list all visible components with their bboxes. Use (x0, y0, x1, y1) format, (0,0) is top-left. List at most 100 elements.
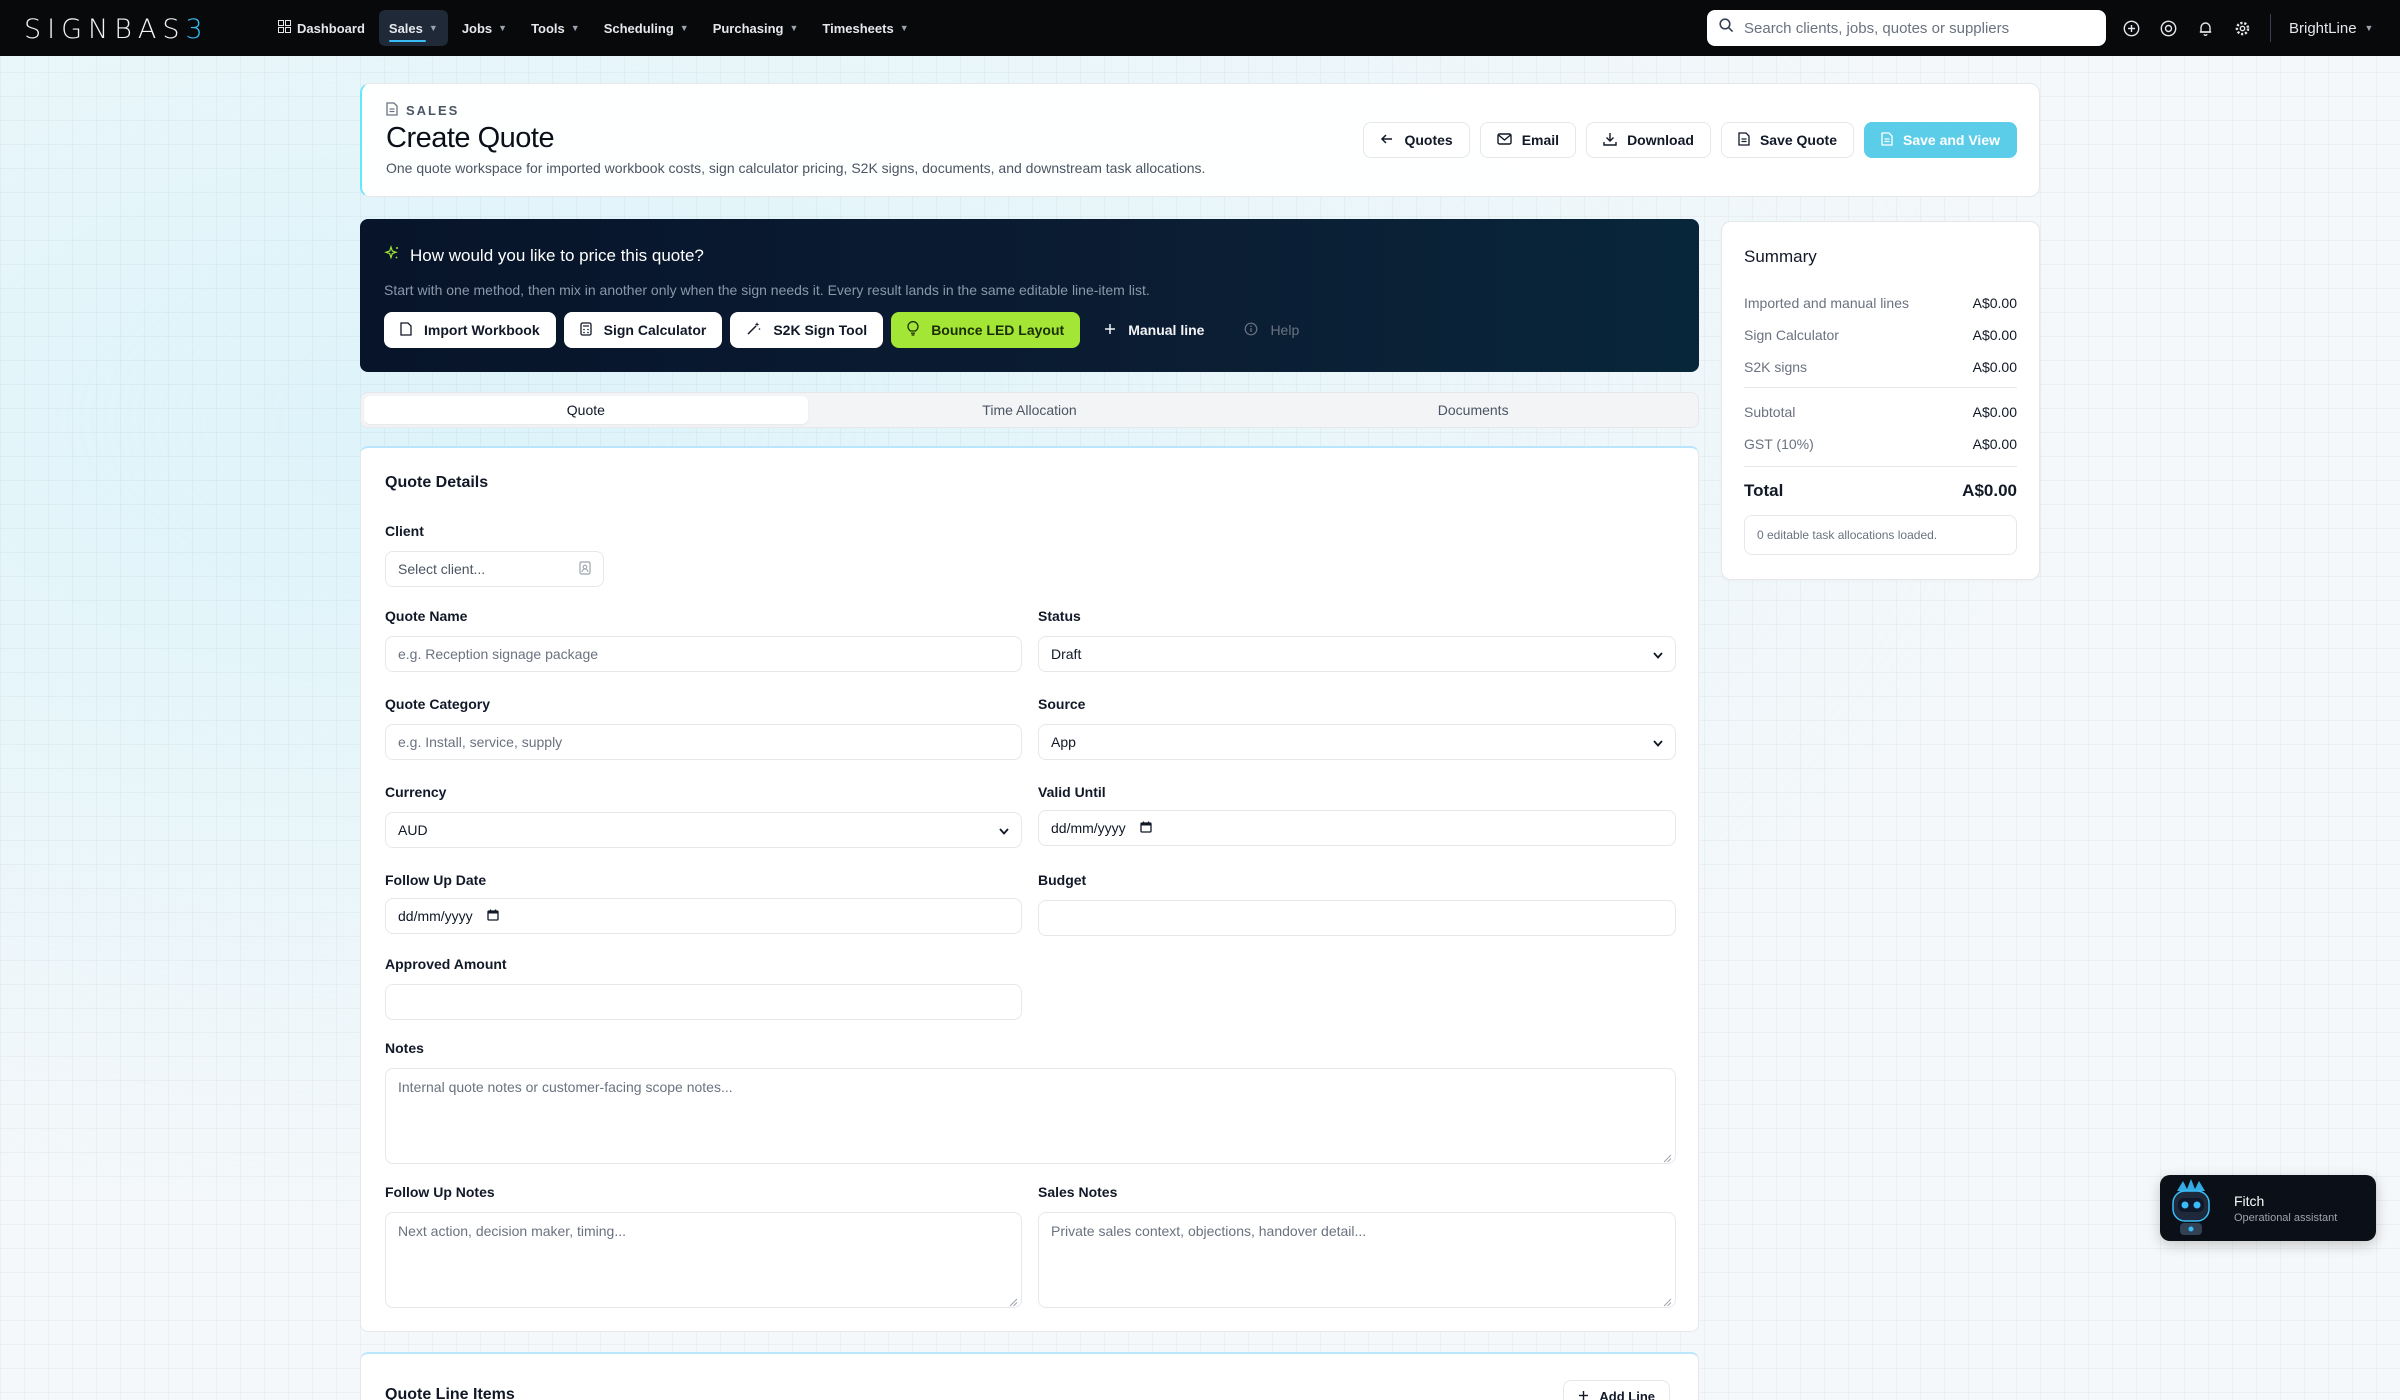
subtotal-row: Subtotal A$0.00 (1744, 404, 2017, 420)
lightbulb-icon (907, 321, 919, 339)
global-search[interactable] (1707, 10, 2106, 46)
pricing-title: How would you like to price this quote? (384, 245, 704, 266)
calendar-icon[interactable] (487, 908, 499, 924)
tab-documents[interactable]: Documents (1251, 396, 1695, 424)
page-title: Create Quote (386, 122, 555, 154)
follow-up-notes-field[interactable] (385, 1212, 1022, 1308)
mail-icon (1497, 132, 1512, 148)
save-and-view-button[interactable]: Save and View (1863, 122, 2017, 158)
top-navbar: SIGNBAS3 Dashboard Sales ▼ Jobs ▼ Tools ▼ S… (0, 0, 2400, 56)
sign-calculator-button[interactable]: Sign Calculator (563, 312, 723, 348)
search-input[interactable] (1744, 19, 2094, 37)
nav-jobs[interactable]: Jobs ▼ (452, 10, 517, 46)
nav-purchasing[interactable]: Purchasing ▼ (703, 10, 809, 46)
follow-up-notes-label: Follow Up Notes (385, 1184, 495, 1200)
s2k-sign-tool-button[interactable]: S2K Sign Tool (730, 312, 884, 348)
assistant-widget[interactable]: Fitch Operational assistant (2160, 1175, 2376, 1241)
approved-amount-label: Approved Amount (385, 956, 507, 972)
follow-up-notes-textarea[interactable] (398, 1223, 1009, 1307)
summary-row: Sign Calculator A$0.00 (1744, 327, 2017, 343)
notes-textarea[interactable] (398, 1079, 1663, 1163)
nav-timesheets[interactable]: Timesheets ▼ (812, 10, 918, 46)
gst-row: GST (10%) A$0.00 (1744, 436, 2017, 452)
org-switcher[interactable]: BrightLine ▼ (2289, 20, 2373, 37)
tab-quote[interactable]: Quote (364, 396, 808, 424)
line-items-title: Quote Line Items (385, 1386, 515, 1400)
nav-dashboard[interactable]: Dashboard (268, 10, 375, 46)
grid-icon (278, 20, 291, 36)
resize-handle-icon[interactable] (1662, 1150, 1672, 1163)
chevron-down-icon: ▼ (2364, 23, 2374, 33)
quote-category-field[interactable] (385, 724, 1022, 760)
source-select[interactable]: App (1038, 724, 1676, 760)
assistant-text: Fitch Operational assistant (2234, 1192, 2338, 1224)
status-select[interactable]: Draft (1038, 636, 1676, 672)
budget-field[interactable] (1038, 900, 1676, 936)
currency-select[interactable]: AUD (385, 812, 1022, 848)
email-button[interactable]: Email (1479, 122, 1577, 158)
budget-label: Budget (1038, 872, 1087, 888)
pricing-method-panel: How would you like to price this quote? … (360, 219, 1699, 372)
page-header: SALES Create Quote One quote workspace f… (360, 83, 2040, 197)
sales-notes-textarea[interactable] (1051, 1223, 1663, 1307)
tab-time-allocation[interactable]: Time Allocation (808, 396, 1252, 424)
pricing-subtitle: Start with one method, then mix in anoth… (384, 282, 1150, 298)
client-picker[interactable]: Select client... (385, 551, 604, 587)
import-workbook-button[interactable]: Import Workbook (384, 312, 556, 348)
plus-icon (1104, 322, 1116, 338)
brand-logo[interactable]: SIGNBAS3 (24, 14, 209, 45)
breadcrumb: SALES (386, 102, 459, 119)
quote-name-field[interactable] (385, 636, 1022, 672)
nav-utilities: BrightLine ▼ (2122, 0, 2373, 56)
back-to-quotes-button[interactable]: Quotes (1363, 122, 1470, 158)
help-button[interactable]: Help (1228, 312, 1315, 348)
approved-amount-field[interactable] (385, 984, 1022, 1020)
quote-tabs: Quote Time Allocation Documents (360, 392, 1699, 428)
status-label: Status (1038, 608, 1081, 624)
calendar-icon[interactable] (1140, 820, 1152, 836)
summary-card: Summary Imported and manual lines A$0.00 … (1721, 221, 2040, 580)
quote-category-input[interactable] (398, 734, 1009, 750)
address-book-icon (579, 560, 591, 578)
notes-label: Notes (385, 1040, 424, 1056)
sales-notes-field[interactable] (1038, 1212, 1676, 1308)
summary-divider (1744, 466, 2017, 467)
add-line-button[interactable]: Add Line (1563, 1380, 1670, 1400)
valid-until-date-input[interactable]: dd/mm/yyyy (1038, 810, 1676, 846)
document-icon (386, 102, 398, 119)
resize-handle-icon[interactable] (1662, 1294, 1672, 1307)
resize-handle-icon[interactable] (1008, 1294, 1018, 1307)
budget-input[interactable] (1051, 910, 1663, 926)
add-circle-icon[interactable] (2122, 19, 2141, 38)
nav-sales[interactable]: Sales ▼ (378, 10, 448, 46)
summary-row: Imported and manual lines A$0.00 (1744, 295, 2017, 311)
approved-amount-input[interactable] (398, 994, 1009, 1010)
header-actions: Quotes Email Download Save Quote Save an… (1363, 122, 2017, 158)
info-icon (1244, 322, 1258, 339)
follow-up-date-input[interactable]: dd/mm/yyyy (385, 898, 1022, 934)
gear-icon[interactable] (2233, 19, 2252, 38)
help-lifebuoy-icon[interactable] (2159, 19, 2178, 38)
source-label: Source (1038, 696, 1086, 712)
nav-tools[interactable]: Tools ▼ (521, 10, 590, 46)
total-row: Total A$0.00 (1744, 481, 2017, 500)
nav-scheduling[interactable]: Scheduling ▼ (594, 10, 699, 46)
chevron-down-icon (999, 822, 1009, 838)
summary-divider (1744, 387, 2017, 388)
client-label: Client (385, 523, 424, 539)
chevron-down-icon: ▼ (899, 23, 909, 33)
follow-up-date-label: Follow Up Date (385, 872, 487, 888)
save-quote-button[interactable]: Save Quote (1720, 122, 1854, 158)
document-icon (1881, 131, 1893, 149)
notes-field[interactable] (385, 1068, 1676, 1164)
task-allocation-note: 0 editable task allocations loaded. (1744, 515, 2017, 555)
download-button[interactable]: Download (1586, 122, 1711, 158)
plus-icon (1578, 1389, 1589, 1400)
quote-line-items-card: Quote Line Items Add Line (360, 1352, 1699, 1400)
manual-line-button[interactable]: Manual line (1088, 312, 1220, 348)
bell-icon[interactable] (2196, 19, 2215, 38)
quote-name-input[interactable] (398, 646, 1009, 662)
section-title: Quote Details (385, 474, 489, 491)
summary-row: S2K signs A$0.00 (1744, 359, 2017, 375)
bounce-led-layout-button[interactable]: Bounce LED Layout (891, 312, 1081, 348)
